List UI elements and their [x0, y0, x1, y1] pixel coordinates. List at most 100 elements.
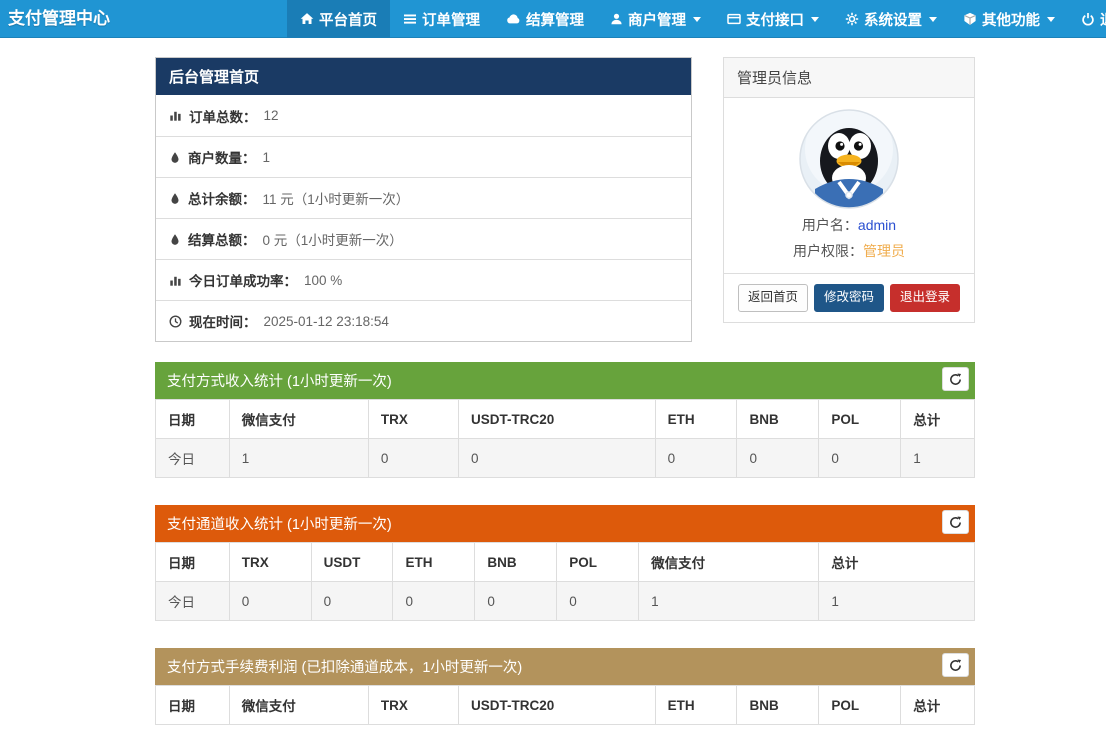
- top-navbar: 支付管理中心 平台首页订单管理结算管理商户管理支付接口系统设置其他功能退出登录: [0, 0, 1106, 38]
- table-cell: 0: [393, 582, 475, 621]
- column-header: USDT-TRC20: [459, 400, 656, 439]
- caret-down-icon: [693, 17, 701, 22]
- table-header-bar: 支付通道收入统计 (1小时更新一次): [155, 505, 975, 542]
- column-header: POL: [819, 400, 901, 439]
- stat-value: 100 %: [304, 273, 342, 288]
- table-header-bar: 支付方式收入统计 (1小时更新一次): [155, 362, 975, 399]
- nav-item-label: 平台首页: [319, 9, 377, 30]
- nav-item-merchant-management[interactable]: 商户管理: [597, 0, 714, 38]
- table-cell: 0: [311, 582, 393, 621]
- change-password-button[interactable]: 修改密码: [814, 284, 884, 312]
- stat-label: 总计余额：: [188, 188, 256, 208]
- back-home-button[interactable]: 返回首页: [738, 284, 808, 312]
- nav-link-merchant-management[interactable]: 商户管理: [597, 0, 714, 38]
- column-header: 总计: [819, 543, 975, 582]
- cloud-icon: [506, 12, 521, 26]
- column-header: POL: [819, 686, 901, 725]
- statistics-tables: 支付方式收入统计 (1小时更新一次)日期微信支付TRXUSDT-TRC20ETH…: [155, 362, 975, 752]
- stat-row-current-time: 现在时间：2025-01-12 23:18:54: [156, 300, 691, 341]
- clock-icon: [169, 315, 182, 328]
- bar-chart-icon: [169, 274, 182, 287]
- nav-item-label: 其他功能: [982, 9, 1040, 30]
- refresh-button[interactable]: [942, 367, 969, 391]
- droplet-icon: [169, 192, 181, 205]
- column-header: USDT: [311, 543, 393, 582]
- table-row: 今日1000001: [156, 439, 975, 478]
- admin-panel-footer: 返回首页 修改密码 退出登录: [724, 273, 974, 322]
- refresh-icon: [949, 373, 962, 386]
- home-icon: [300, 12, 314, 26]
- admin-panel-title: 管理员信息: [724, 58, 974, 98]
- column-header: 日期: [156, 400, 230, 439]
- nav-link-order-management[interactable]: 订单管理: [390, 0, 493, 38]
- stats-table-block: 支付方式收入统计 (1小时更新一次) 日期微信支付TRXUSDT-TRC20ETH…: [155, 362, 975, 478]
- dashboard-panel-title: 后台管理首页: [156, 58, 691, 95]
- nav-item-label: 结算管理: [526, 9, 584, 30]
- nav-item-label: 订单管理: [422, 9, 480, 30]
- column-header: 日期: [156, 543, 230, 582]
- nav-link-system-settings[interactable]: 系统设置: [832, 0, 950, 38]
- table-row: 今日0000011: [156, 582, 975, 621]
- table-header-bar: 支付方式手续费利润 (已扣除通道成本，1小时更新一次): [155, 648, 975, 685]
- logout-button[interactable]: 退出登录: [890, 284, 960, 312]
- stat-value: 12: [264, 108, 279, 123]
- column-header: 日期: [156, 686, 230, 725]
- avatar: [799, 109, 899, 209]
- stat-label: 订单总数：: [189, 106, 257, 126]
- column-header: ETH: [393, 543, 475, 582]
- caret-down-icon: [1047, 17, 1055, 22]
- table-cell: 0: [368, 439, 458, 478]
- table-cell: 0: [229, 582, 311, 621]
- column-header: TRX: [229, 543, 311, 582]
- table-cell: 0: [737, 439, 819, 478]
- stat-row-settlement-total: 结算总额：0 元（1小时更新一次）: [156, 218, 691, 259]
- role-label: 用户权限：: [793, 243, 863, 259]
- table-cell: 0: [819, 439, 901, 478]
- stat-label: 今日订单成功率：: [189, 270, 297, 290]
- table-cell: 今日: [156, 582, 230, 621]
- nav-item-settlement-management[interactable]: 结算管理: [493, 0, 597, 38]
- nav-item-other-functions[interactable]: 其他功能: [950, 0, 1068, 38]
- column-header: ETH: [655, 686, 737, 725]
- table-title: 支付方式收入统计 (1小时更新一次): [167, 374, 392, 390]
- nav-item-label: 商户管理: [628, 9, 686, 30]
- stats-table: 日期TRXUSDTETHBNBPOL微信支付总计今日0000011: [155, 542, 975, 621]
- stat-row-merchant-count: 商户数量： 1: [156, 136, 691, 177]
- column-header: TRX: [368, 686, 458, 725]
- table-title: 支付通道收入统计 (1小时更新一次): [167, 517, 392, 533]
- nav-link-settlement-management[interactable]: 结算管理: [493, 0, 597, 38]
- user-icon: [610, 12, 623, 26]
- refresh-button[interactable]: [942, 653, 969, 677]
- refresh-icon: [949, 659, 962, 672]
- nav-link-logout[interactable]: 退出登录: [1068, 0, 1106, 38]
- stat-label: 商户数量：: [188, 147, 256, 167]
- gear-icon: [845, 12, 859, 26]
- cube-icon: [963, 12, 977, 26]
- refresh-icon: [949, 516, 962, 529]
- refresh-button[interactable]: [942, 510, 969, 534]
- username-link[interactable]: admin: [858, 217, 896, 233]
- nav-item-order-management[interactable]: 订单管理: [390, 0, 493, 38]
- card-icon: [727, 12, 741, 26]
- nav-item-logout[interactable]: 退出登录: [1068, 0, 1106, 38]
- column-header: 微信支付: [229, 400, 368, 439]
- column-header: 微信支付: [639, 543, 819, 582]
- nav-link-platform-home[interactable]: 平台首页: [287, 0, 390, 38]
- column-header: 总计: [901, 686, 975, 725]
- nav-item-platform-home[interactable]: 平台首页: [287, 0, 390, 38]
- stat-value: 1: [263, 150, 271, 165]
- droplet-icon: [169, 233, 181, 246]
- nav-link-payment-interface[interactable]: 支付接口: [714, 0, 832, 38]
- column-header: 总计: [901, 400, 975, 439]
- nav-item-payment-interface[interactable]: 支付接口: [714, 0, 832, 38]
- table-cell: 1: [639, 582, 819, 621]
- stat-row-total-balance: 总计余额：11 元（1小时更新一次）: [156, 177, 691, 218]
- table-cell: 1: [819, 582, 975, 621]
- table-cell: 1: [901, 439, 975, 478]
- stats-table: 日期微信支付TRXUSDT-TRC20ETHBNBPOL总计今日1000001: [155, 399, 975, 478]
- nav-link-other-functions[interactable]: 其他功能: [950, 0, 1068, 38]
- column-header: POL: [557, 543, 639, 582]
- table-title: 支付方式手续费利润 (已扣除通道成本，1小时更新一次): [167, 660, 522, 676]
- nav-item-system-settings[interactable]: 系统设置: [832, 0, 950, 38]
- stat-value: 2025-01-12 23:18:54: [264, 314, 389, 329]
